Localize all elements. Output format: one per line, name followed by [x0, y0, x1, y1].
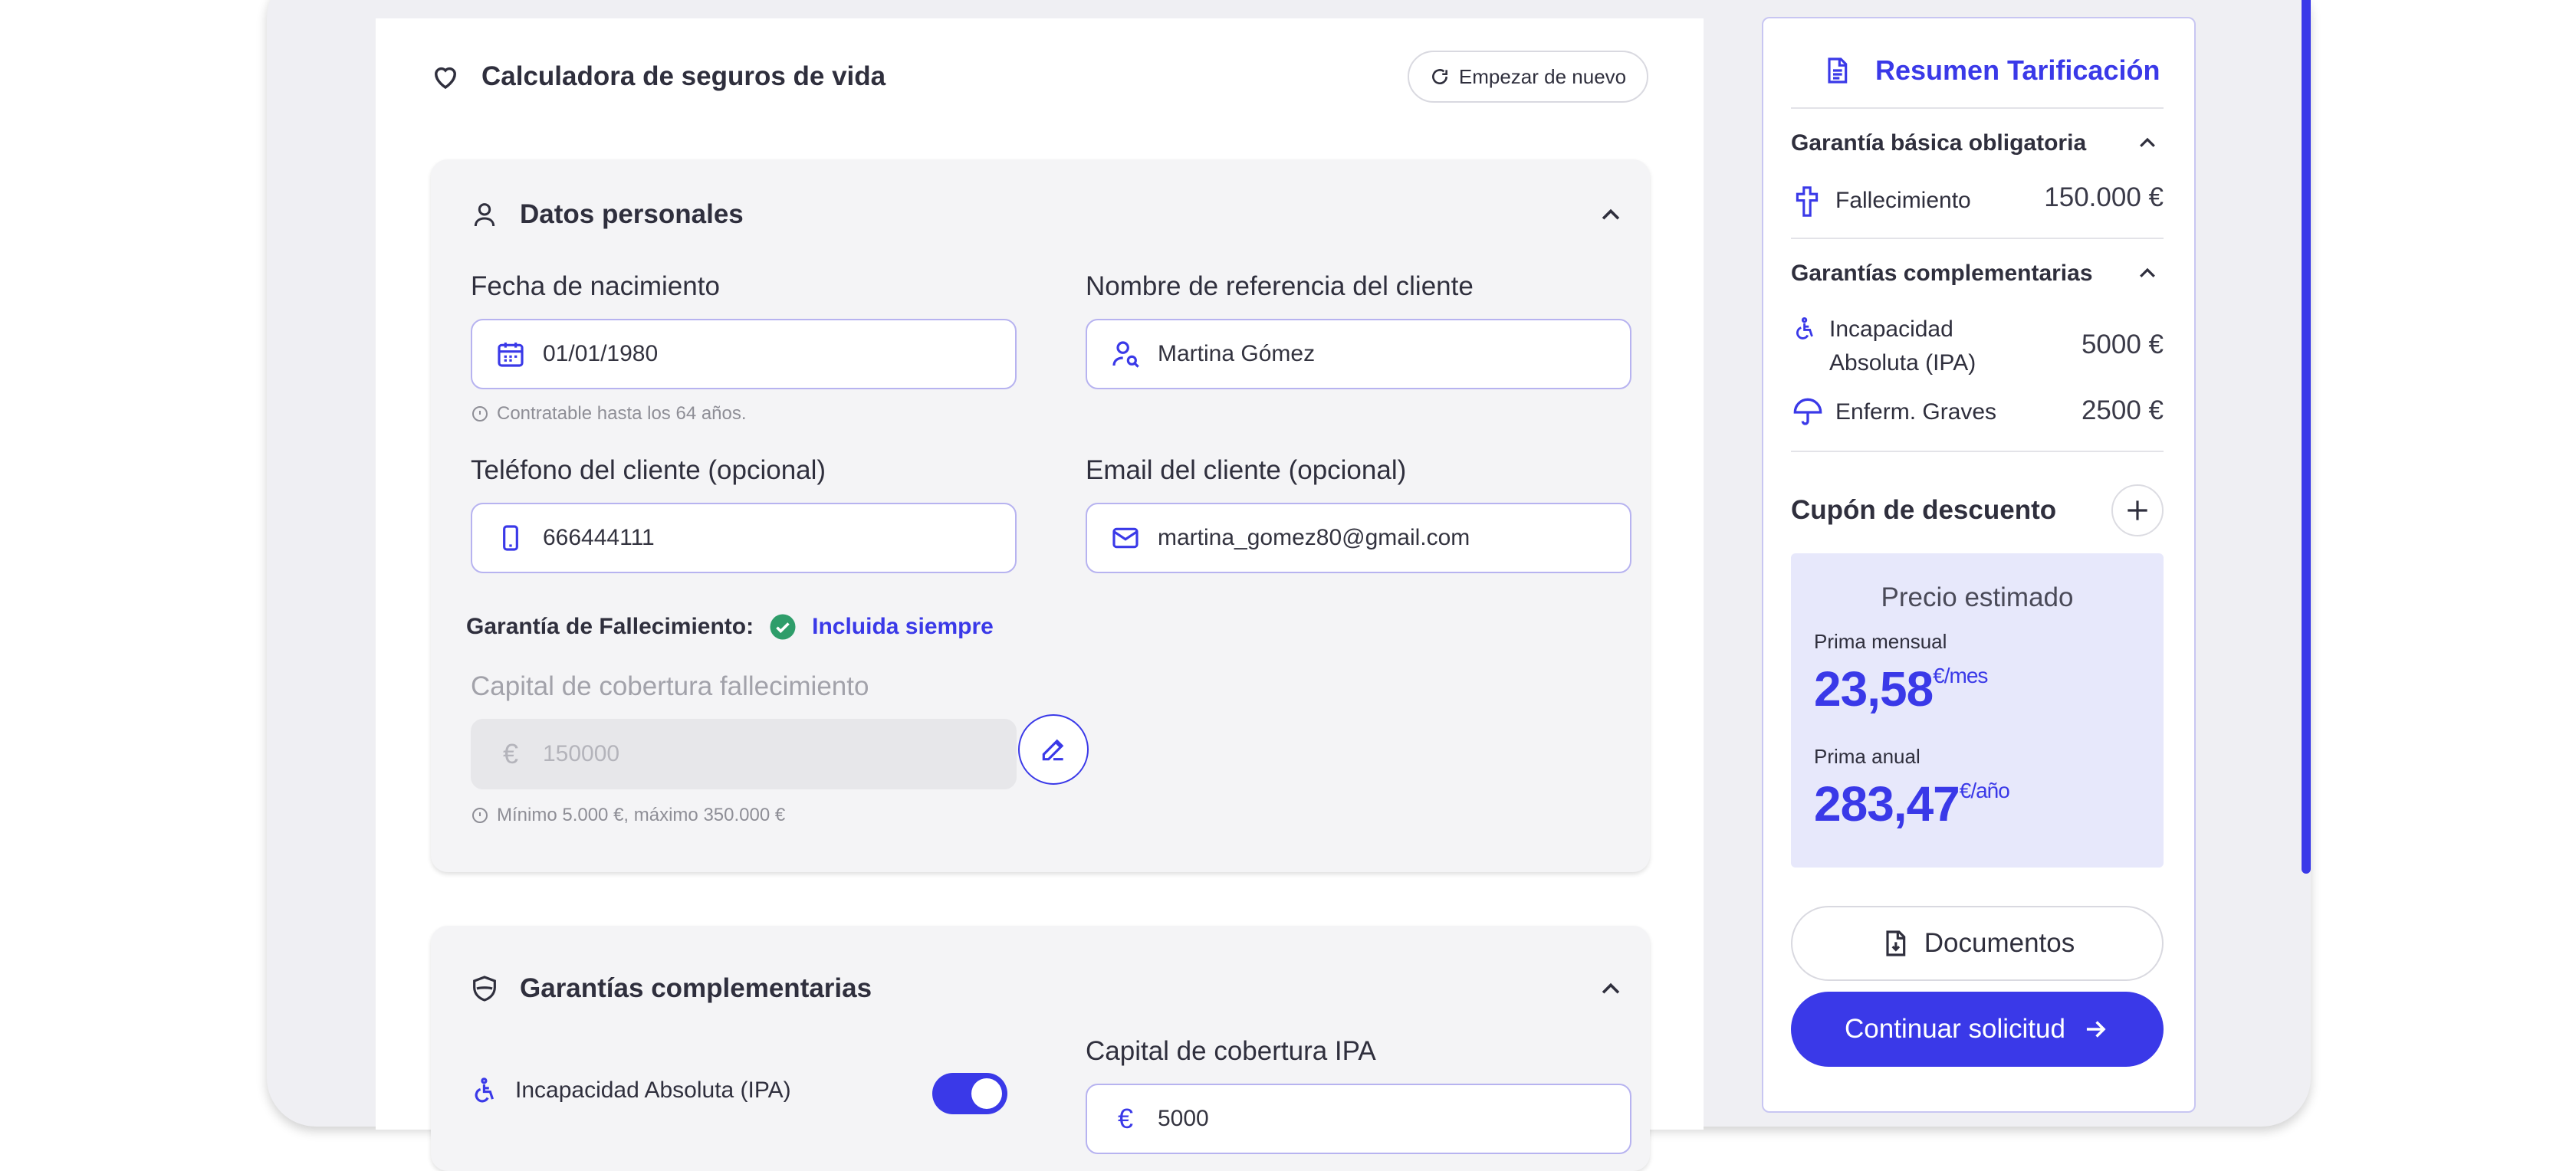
complementary-section-title: Garantías complementarias	[520, 973, 872, 1003]
summary-title: Resumen Tarificación	[1822, 52, 2190, 89]
chevron-up-icon[interactable]	[2136, 132, 2159, 155]
ipa-capital-value: 5000	[1158, 1106, 1209, 1131]
illness-summary-label: Enferm. Graves	[1835, 399, 1997, 425]
phone-icon	[503, 525, 518, 551]
check-circle-icon	[770, 614, 796, 640]
document-icon	[1828, 57, 1848, 84]
email-label: Email del cliente (opcional)	[1086, 455, 1407, 485]
death-summary-value: 150.000 €	[2044, 182, 2164, 212]
coupon-label: Cupón de descuento	[1791, 495, 2057, 525]
plus-icon	[2128, 500, 2147, 520]
umbrella-icon	[1793, 398, 1822, 425]
chevron-up-icon[interactable]	[2136, 262, 2159, 285]
arrow-right-icon	[2086, 1021, 2106, 1038]
ipa-capital-input[interactable]: € 5000	[1086, 1084, 1631, 1154]
edit-icon	[1042, 739, 1064, 761]
user-icon	[474, 203, 495, 227]
ipa-summary-line1: Incapacidad	[1829, 317, 1953, 342]
death-summary-label: Fallecimiento	[1835, 188, 1971, 213]
ipa-summary-line2: Absoluta (IPA)	[1829, 350, 1976, 376]
wheelchair-icon	[1796, 317, 1813, 339]
euro-icon: €	[1117, 1103, 1134, 1134]
monthly-unit: €/mes	[1933, 664, 1988, 687]
wheelchair-icon	[475, 1078, 495, 1103]
price-estimate-box: Precio estimado Prima mensual 23,58€/mes…	[1791, 553, 2164, 868]
divider	[1791, 451, 2164, 452]
heart-icon	[434, 67, 457, 90]
client-name-value: Martina Gómez	[1158, 341, 1316, 366]
annual-value: 283,47	[1814, 776, 1960, 832]
death-capital-label: Capital de cobertura fallecimiento	[471, 671, 869, 701]
page-title-text: Calculadora de seguros de vida	[481, 61, 886, 91]
download-doc-icon	[1886, 930, 1905, 956]
death-guarantee-row: Garantía de Fallecimiento: Incluida siem…	[466, 613, 994, 641]
annual-unit: €/año	[1959, 779, 2010, 802]
ipa-row: Incapacidad Absoluta (IPA)	[471, 1076, 791, 1105]
divider	[1791, 238, 2164, 239]
phone-input[interactable]: 666444111	[471, 503, 1017, 573]
ipa-capital-label: Capital de cobertura IPA	[1086, 1036, 1376, 1066]
death-capital-value: 150000	[543, 741, 620, 766]
chevron-up-icon[interactable]	[1598, 976, 1624, 1002]
info-icon	[472, 808, 488, 823]
ipa-summary-label: Incapacidad Absoluta (IPA)	[1829, 313, 1976, 380]
capital-hint-text: Mínimo 5.000 €, máximo 350.000 €	[497, 805, 786, 825]
phone-label: Teléfono del cliente (opcional)	[471, 455, 826, 485]
euro-icon: €	[502, 738, 519, 769]
birth-date-hint: Contratable hasta los 64 años.	[471, 403, 747, 425]
refresh-icon	[1431, 69, 1447, 85]
edit-capital-button[interactable]	[1018, 714, 1089, 785]
toggle-knob	[971, 1078, 1002, 1109]
ipa-toggle[interactable]	[932, 1073, 1007, 1114]
client-name-input[interactable]: Martina Gómez	[1086, 319, 1631, 389]
basic-guarantee-head: Garantía básica obligatoria	[1791, 130, 2087, 156]
divider	[1791, 107, 2164, 109]
calendar-icon	[498, 343, 524, 367]
phone-value: 666444111	[543, 525, 655, 550]
client-name-label: Nombre de referencia del cliente	[1086, 271, 1474, 301]
monthly-label: Prima mensual	[1814, 630, 1947, 653]
chevron-up-icon[interactable]	[1598, 202, 1624, 228]
monthly-price: 23,58€/mes	[1814, 661, 1988, 717]
price-title: Precio estimado	[1881, 582, 2074, 612]
mail-icon	[1112, 527, 1138, 549]
birth-date-label: Fecha de nacimiento	[471, 271, 720, 301]
cross-icon	[1796, 186, 1819, 217]
continue-button[interactable]: Continuar solicitud	[1791, 992, 2164, 1067]
summary-title-text: Resumen Tarificación	[1875, 54, 2160, 86]
complementary-head: Garantías complementarias	[1791, 261, 2093, 286]
documents-label: Documentos	[1924, 928, 2075, 958]
restart-label: Empezar de nuevo	[1458, 64, 1627, 88]
restart-button[interactable]: Empezar de nuevo	[1408, 51, 1648, 103]
annual-label: Prima anual	[1814, 745, 1921, 768]
documents-button[interactable]: Documentos	[1791, 906, 2164, 981]
illness-summary-value: 2500 €	[2081, 395, 2164, 425]
continue-label: Continuar solicitud	[1845, 1014, 2065, 1044]
birth-date-value: 01/01/1980	[543, 341, 659, 366]
complementary-section-header[interactable]: Garantías complementarias	[469, 972, 872, 1005]
page-title: Calculadora de seguros de vida	[429, 60, 886, 93]
add-coupon-button[interactable]	[2111, 484, 2164, 536]
annual-price: 283,47€/año	[1814, 776, 2010, 832]
info-icon	[472, 406, 488, 421]
email-input[interactable]: martina_gomez80@gmail.com	[1086, 503, 1631, 573]
capital-hint: Mínimo 5.000 €, máximo 350.000 €	[471, 805, 785, 826]
birth-date-hint-text: Contratable hasta los 64 años.	[497, 403, 747, 424]
ipa-summary-value: 5000 €	[2081, 330, 2164, 359]
death-guarantee-status: Incluida siempre	[812, 614, 994, 639]
birth-date-input[interactable]: 01/01/1980	[471, 319, 1017, 389]
personal-section-header[interactable]: Datos personales	[469, 198, 744, 231]
user-search-icon	[1112, 341, 1139, 368]
death-capital-input[interactable]: € 150000	[471, 719, 1017, 789]
personal-section-title: Datos personales	[520, 199, 744, 229]
death-guarantee-label: Garantía de Fallecimiento:	[466, 614, 754, 639]
ipa-label: Incapacidad Absoluta (IPA)	[515, 1078, 791, 1103]
email-value: martina_gomez80@gmail.com	[1158, 525, 1470, 550]
scroll-accent-bar[interactable]	[2302, 0, 2311, 874]
shield-icon	[473, 976, 496, 1002]
monthly-value: 23,58	[1814, 661, 1934, 717]
